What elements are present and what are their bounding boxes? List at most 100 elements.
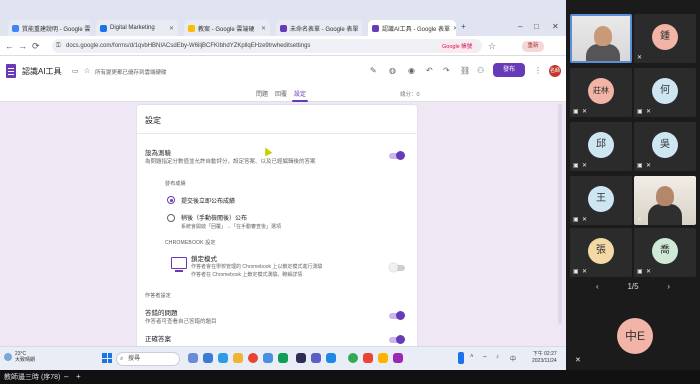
person-body [648,204,682,225]
participant-tile-video[interactable]: ✕ [634,176,696,225]
reload-icon[interactable]: ⟳ [32,41,40,52]
language-icon[interactable]: 中 [510,354,516,363]
close-window-icon[interactable]: ✕ [552,22,559,31]
plus-icon[interactable]: + [76,372,81,381]
palette-icon[interactable]: ◍ [389,66,396,75]
chevron-up-icon[interactable]: ˄ [470,354,474,360]
release-immediately-radio[interactable] [167,196,175,204]
participant-tile-speaker[interactable] [570,14,632,63]
avatar[interactable]: 名師 [549,65,561,77]
participant-avatar: 邱 [588,131,614,158]
app-icon[interactable] [393,353,403,363]
form-title[interactable]: 認識AI工具 [22,66,62,77]
minimize-icon[interactable]: – [518,22,522,31]
browser-tab[interactable]: 未命名表單 - Google 表單✕ [276,20,362,36]
browser-tab[interactable]: Digital Marketing ✕ [96,20,178,36]
browser-tab[interactable]: 質能重建說明 - Google 雲端硬✕ [8,20,90,36]
tab-settings[interactable]: 設定 [294,89,306,98]
undo-icon[interactable]: ↶ [426,66,433,75]
close-icon[interactable]: ✕ [453,25,456,32]
correct-answers-toggle[interactable] [389,335,405,344]
participant-tile[interactable]: 何 ▣ ✕ [634,68,696,117]
missed-questions-desc: 作答者可查看自己答錯的題目 [145,319,217,325]
participant-tile[interactable]: 邱 ▣ ✕ [570,122,632,171]
meet-icon[interactable] [348,353,358,363]
prev-page-icon[interactable]: ‹ [596,282,599,291]
locked-mode-title: 鎖定模式 [191,256,217,263]
preview-icon[interactable]: ◉ [408,66,415,75]
app-icon[interactable] [278,353,288,363]
drive-icon [188,24,195,32]
search-icon: ⌕ [120,356,124,362]
quiz-toggle[interactable] [389,151,405,160]
release-later-radio[interactable] [167,214,175,222]
task-view-icon[interactable] [188,353,198,363]
new-tab-icon[interactable]: + [461,22,466,31]
muted-mic-icon: ✕ [637,55,643,61]
network-icon[interactable]: ⌔ [482,354,488,362]
taskbar-clock[interactable]: 下午 02:27 2023/11/24 [532,351,557,365]
page-scrollbar[interactable] [558,104,562,324]
weather-widget[interactable]: 23°C 大致晴朗 [4,351,35,363]
link-icon[interactable]: ⛓ [460,66,470,75]
participant-tile[interactable]: 張 ▣ ✕ [570,228,632,277]
muted-mic-icon: ✕ [646,163,652,169]
doc-icon [100,24,107,32]
chrome-icon[interactable] [248,353,258,363]
tab-responses[interactable]: 回覆 [275,89,287,98]
customize-theme-icon[interactable]: ✎ [370,66,377,75]
folder-icon[interactable]: ▭ [72,67,79,75]
muted-mic-icon: ✕ [646,269,652,275]
muted-mic-icon: ✕ [582,269,588,275]
forms-logo-icon[interactable] [6,64,16,78]
total-points: 總分：0 [400,92,420,98]
app-icon[interactable] [378,353,388,363]
browser-tab[interactable]: 教案 - Google 雲端硬 ✕ [184,20,270,36]
forward-icon[interactable]: → [18,41,27,51]
maximize-icon[interactable]: □ [534,22,539,31]
app-icon[interactable] [263,353,273,363]
close-icon[interactable]: ✕ [261,25,266,32]
url-field[interactable]: ⚿ docs.google.com/forms/d/1qvbHBNIACsdEby… [52,39,482,53]
more-icon[interactable]: ⋮ [534,66,542,75]
taskbar-search[interactable]: ⌕ 搜尋 [116,352,180,366]
profile-button[interactable]: 重新 [522,41,544,52]
publish-button[interactable]: 發布 [493,63,525,77]
browser-tab-active[interactable]: 認識AI工具 - Google 表單 ✕ [368,20,456,36]
participant-tile[interactable]: 莊林 ▣ ✕ [570,68,632,117]
star-icon[interactable]: ☆ [84,67,90,75]
windows-start-icon[interactable] [102,353,112,363]
add-collaborator-icon[interactable]: ⚇ [477,66,484,75]
participant-tile[interactable]: 吳 ▣ ✕ [634,122,696,171]
app-icon[interactable] [326,353,336,363]
teams-icon[interactable] [311,353,321,363]
google-account-badge[interactable]: Google 帳號 [438,42,477,52]
app-icon[interactable] [296,353,306,363]
participant-tile[interactable]: 鍾 ✕ [634,14,696,63]
person-body [586,44,620,61]
close-icon[interactable]: ✕ [169,25,174,32]
participant-pager: ‹ 1/5 › [580,282,686,291]
participant-tile[interactable]: 喬 ▣ ✕ [634,228,696,277]
app-icon[interactable] [203,353,213,363]
close-icon[interactable]: ✕ [361,25,362,32]
file-explorer-icon[interactable] [233,353,243,363]
next-page-icon[interactable]: › [667,282,670,291]
volume-icon[interactable]: ♪ [496,354,499,360]
locked-mode-toggle[interactable] [389,263,405,272]
meet-sharing-indicator[interactable] [458,352,464,364]
missed-questions-toggle[interactable] [389,311,405,320]
participant-tile[interactable]: 王 ▣ ✕ [570,176,632,225]
settings-card: 設定 設為測驗 為問題指定分數值並允許自動評分，設定答案、以及已經編輯後的答案 … [136,104,419,370]
tab-questions[interactable]: 問題 [256,89,268,98]
app-icon[interactable] [363,353,373,363]
redo-icon[interactable]: ↷ [443,66,450,75]
participant-avatar: 何 [652,77,678,104]
bookmark-icon[interactable]: ☆ [488,41,496,52]
minus-icon[interactable]: – [64,372,68,381]
back-icon[interactable]: ← [5,41,14,51]
muted-mic-icon: ▣ [573,109,579,115]
self-avatar[interactable]: 中E [617,318,653,354]
chromebook-header: CHROMEBOOK 設定 [165,240,216,246]
edge-icon[interactable] [218,353,228,363]
